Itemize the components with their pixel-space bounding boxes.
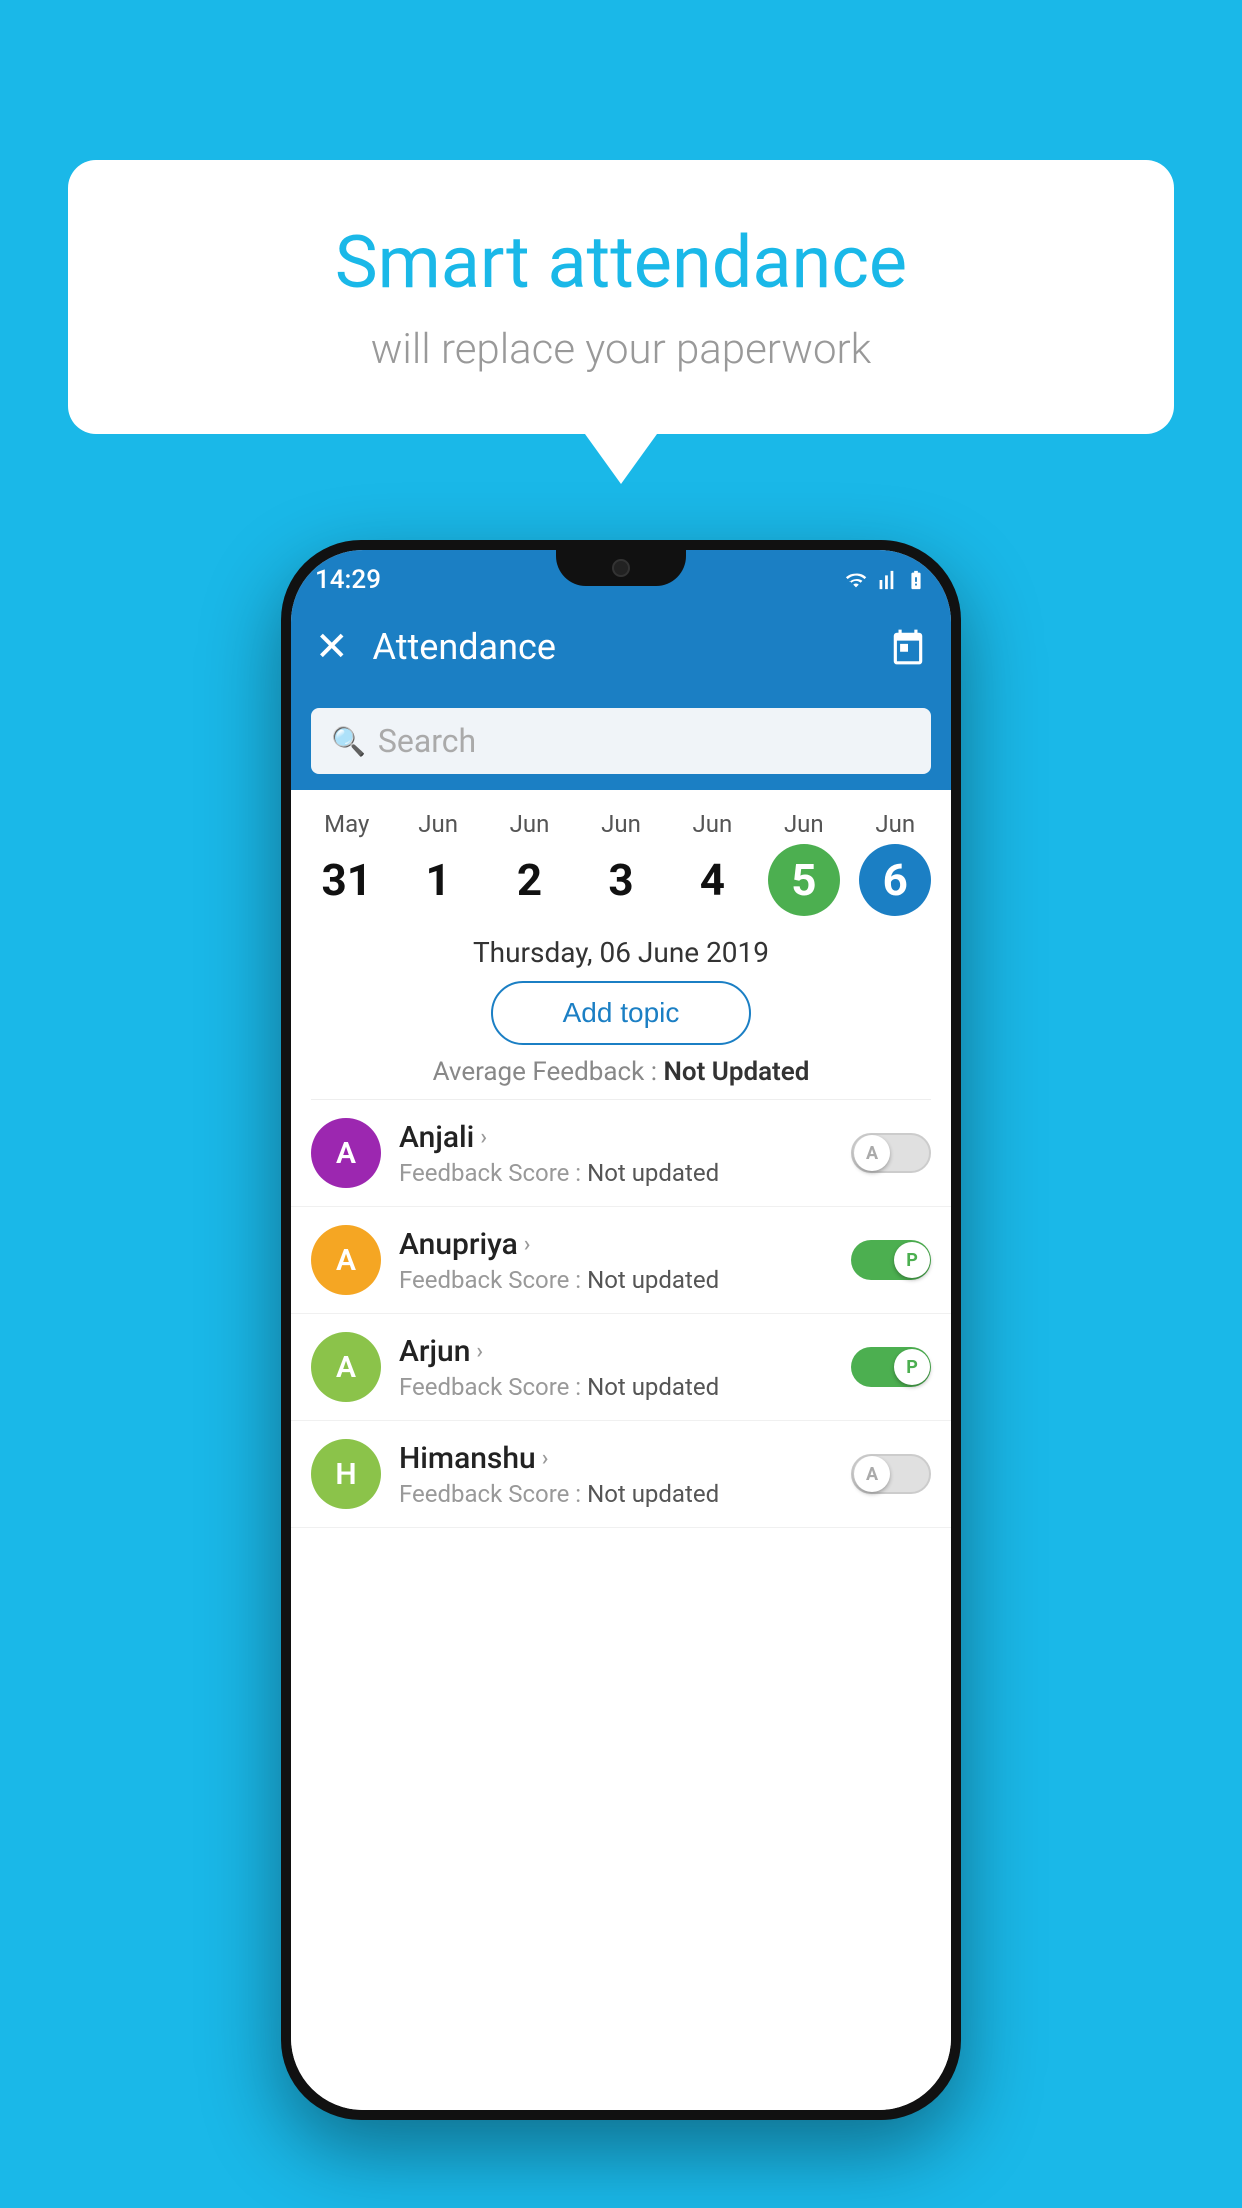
date-month-label: Jun [601,810,641,838]
selected-date-label: Thursday, 06 June 2019 [291,926,951,981]
average-feedback: Average Feedback : Not Updated [291,1045,951,1099]
date-selector: May 31 Jun 1 Jun 2 Jun 3 Jun 4 Jun 5 Jun 6 [291,790,951,926]
speech-bubble-title: Smart attendance [128,220,1114,305]
attendance-toggle[interactable]: A [851,1454,931,1494]
toggle-knob: P [894,1349,930,1385]
status-time: 14:29 [315,565,381,595]
date-month-label: Jun [875,810,915,838]
student-feedback: Feedback Score : Not updated [399,1373,833,1401]
chevron-right-icon: › [476,1339,483,1364]
chevron-right-icon: › [524,1232,531,1257]
student-item: A Anjali › Feedback Score : Not updated A [291,1100,951,1207]
date-day-number: 3 [585,844,657,916]
chevron-right-icon: › [542,1446,549,1471]
date-month-label: Jun [510,810,550,838]
speech-bubble: Smart attendance will replace your paper… [68,160,1174,434]
speech-bubble-section: Smart attendance will replace your paper… [68,160,1174,484]
student-name[interactable]: Arjun › [399,1334,833,1369]
feedback-value: Not updated [587,1480,719,1508]
date-day-number: 31 [311,844,383,916]
phone-notch [556,550,686,586]
search-bar[interactable]: 🔍 Search [311,708,931,774]
date-item[interactable]: Jun 2 [490,810,570,916]
student-item: A Anupriya › Feedback Score : Not updated P [291,1207,951,1314]
date-item[interactable]: Jun 6 [855,810,935,916]
search-bar-container: 🔍 Search [291,692,951,790]
feedback-value: Not updated [587,1159,719,1187]
battery-icon [905,569,927,591]
date-month-label: May [324,810,369,838]
phone-frame: 14:29 ✕ Attendance [281,540,961,2120]
toggle-knob: P [894,1242,930,1278]
student-info: Arjun › Feedback Score : Not updated [399,1334,833,1401]
attendance-toggle-wrap: P [851,1347,931,1387]
student-list: AAnjali ›Feedback Score : Not updatedAAA… [291,1100,951,1528]
search-icon: 🔍 [331,725,366,758]
search-placeholder: Search [378,722,476,760]
phone-camera [612,559,630,577]
app-bar: ✕ Attendance [291,602,951,692]
attendance-toggle-wrap: A [851,1133,931,1173]
student-avatar: H [311,1439,381,1509]
date-month-label: Jun [418,810,458,838]
date-item[interactable]: May 31 [307,810,387,916]
feedback-value: Not updated [587,1266,719,1294]
student-avatar: A [311,1225,381,1295]
date-day-number: 2 [494,844,566,916]
student-info: Anupriya › Feedback Score : Not updated [399,1227,833,1294]
student-info: Anjali › Feedback Score : Not updated [399,1120,833,1187]
date-day-number: 4 [676,844,748,916]
wifi-icon [845,569,867,591]
date-item[interactable]: Jun 3 [581,810,661,916]
close-button[interactable]: ✕ [315,627,349,667]
status-icons [845,569,927,591]
student-name[interactable]: Himanshu › [399,1441,833,1476]
attendance-toggle-wrap: P [851,1240,931,1280]
student-feedback: Feedback Score : Not updated [399,1266,833,1294]
date-month-label: Jun [784,810,824,838]
phone-inner: 14:29 ✕ Attendance [291,550,951,2110]
speech-bubble-arrow [585,434,657,484]
student-avatar: A [311,1118,381,1188]
date-item[interactable]: Jun 4 [672,810,752,916]
student-name[interactable]: Anjali › [399,1120,833,1155]
date-month-label: Jun [693,810,733,838]
student-feedback: Feedback Score : Not updated [399,1159,833,1187]
chevron-right-icon: › [480,1125,487,1150]
app-title: Attendance [373,626,865,668]
student-name[interactable]: Anupriya › [399,1227,833,1262]
date-item[interactable]: Jun 1 [398,810,478,916]
content-area: May 31 Jun 1 Jun 2 Jun 3 Jun 4 Jun 5 Jun 6 Thursday, … [291,790,951,2110]
add-topic-button[interactable]: Add topic [491,981,751,1045]
date-day-number: 1 [402,844,474,916]
signal-icon [875,569,897,591]
feedback-value: Not updated [587,1373,719,1401]
attendance-toggle-wrap: A [851,1454,931,1494]
speech-bubble-subtitle: will replace your paperwork [128,325,1114,374]
date-day-number: 5 [768,844,840,916]
student-item: A Arjun › Feedback Score : Not updated P [291,1314,951,1421]
toggle-knob: A [854,1135,890,1171]
calendar-icon[interactable] [889,628,927,666]
date-item[interactable]: Jun 5 [764,810,844,916]
student-avatar: A [311,1332,381,1402]
attendance-toggle[interactable]: P [851,1240,931,1280]
attendance-toggle[interactable]: A [851,1133,931,1173]
date-day-number: 6 [859,844,931,916]
student-info: Himanshu › Feedback Score : Not updated [399,1441,833,1508]
toggle-knob: A [854,1456,890,1492]
student-feedback: Feedback Score : Not updated [399,1480,833,1508]
student-item: H Himanshu › Feedback Score : Not updated A [291,1421,951,1528]
attendance-toggle[interactable]: P [851,1347,931,1387]
